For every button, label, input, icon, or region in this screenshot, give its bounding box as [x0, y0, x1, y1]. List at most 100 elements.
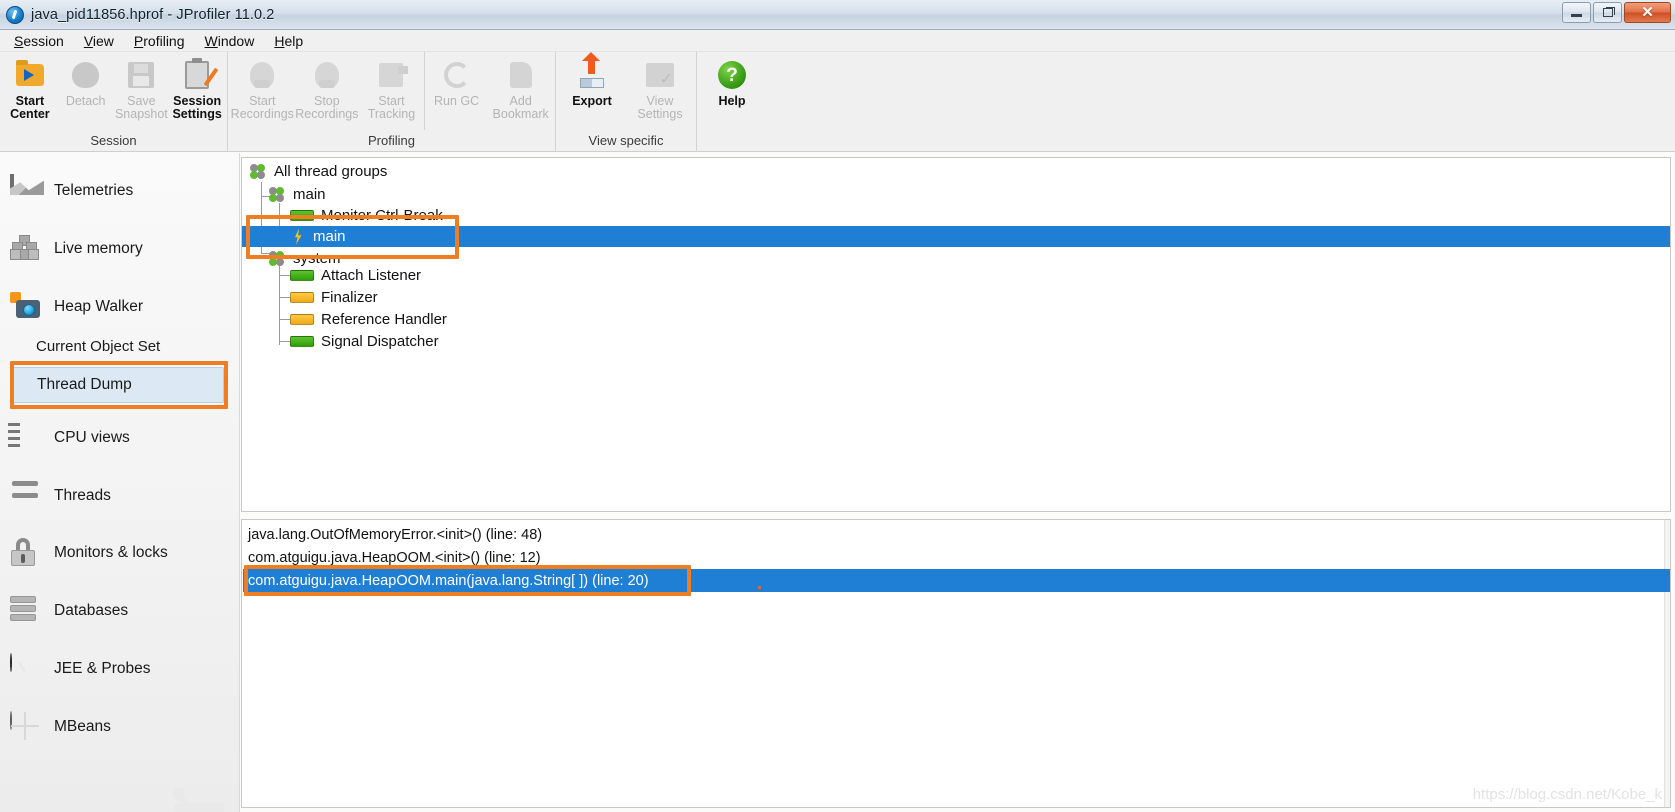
threads-icon — [10, 481, 40, 511]
telemetries-icon — [10, 174, 40, 206]
start-tracking-button[interactable]: Start Tracking — [359, 52, 424, 130]
tree-line-v3 — [279, 260, 280, 345]
start-center-label-1: Start — [15, 94, 45, 108]
help-button[interactable]: ? Help — [699, 52, 765, 130]
jee-probes-icon — [10, 653, 40, 684]
tree-node-all-thread-groups[interactable]: All thread groups — [250, 161, 387, 182]
tree-node-main-group[interactable]: main — [269, 184, 326, 205]
sidebar-item-threads[interactable]: Threads — [10, 474, 230, 518]
live-memory-icon — [10, 234, 40, 264]
close-button[interactable]: ✕ — [1624, 2, 1671, 23]
menu-help-label: elp — [284, 32, 304, 49]
add-bookmark-button[interactable]: Add Bookmark — [488, 52, 553, 130]
sidebar-watermark: rofiler — [137, 788, 239, 812]
start-recordings-button[interactable]: Start Recordings — [230, 52, 295, 130]
stack-line-1[interactable]: com.atguigu.java.HeapOOM.<init>() (line:… — [243, 546, 541, 569]
start-center-label-2: Center — [10, 107, 50, 121]
toolbar: Start Center Detach Save Snapshot Session S… — [0, 52, 1675, 152]
menu-help[interactable]: Help — [264, 31, 313, 51]
sidebar-item-heap-walker-label: Heap Walker — [54, 298, 144, 315]
thread-group-icon — [269, 187, 286, 202]
stack-line-2[interactable]: com.atguigu.java.HeapOOM.main(java.lang.… — [243, 569, 1670, 592]
start-tracking-label-2: Tracking — [367, 107, 416, 121]
add-bookmark-icon — [504, 58, 538, 92]
session-settings-label-2: Settings — [172, 107, 222, 121]
menu-window-label: indow — [217, 32, 255, 49]
save-snapshot-button[interactable]: Save Snapshot — [114, 52, 170, 130]
view-settings-label-2: Settings — [637, 107, 683, 121]
sidebar-item-databases[interactable]: Databases — [10, 589, 230, 633]
detach-button[interactable]: Detach — [58, 52, 114, 130]
session-settings-button[interactable]: Session Settings — [169, 52, 225, 130]
view-settings-label-1: View — [646, 94, 674, 108]
jprofiler-window: java_pid11856.hprof - JProfiler 11.0.2 ✕… — [0, 0, 1675, 812]
databases-icon — [10, 596, 40, 626]
tree-node-reference-handler-label: Reference Handler — [321, 311, 447, 328]
toolbar-group-session-label: Session — [90, 133, 137, 148]
sidebar-item-monitors-locks[interactable]: Monitors & locks — [10, 531, 230, 575]
session-settings-label-1: Session — [173, 94, 222, 108]
sidebar-item-databases-label: Databases — [54, 602, 129, 619]
stack-trace-panel[interactable]: java.lang.OutOfMemoryError.<init>() (lin… — [241, 519, 1671, 808]
menu-view-label: iew — [92, 32, 114, 49]
view-settings-button[interactable]: ViewSettings — [626, 52, 694, 130]
menu-window[interactable]: Window — [195, 31, 265, 51]
sidebar-item-thread-dump[interactable]: Thread Dump — [12, 367, 224, 403]
tree-node-finalizer-label: Finalizer — [321, 289, 378, 306]
page-watermark: https://blog.csdn.net/Kobe_k — [1472, 786, 1662, 803]
minimize-button[interactable] — [1562, 2, 1591, 23]
start-recordings-icon — [245, 58, 279, 92]
run-gc-button[interactable]: Run GC — [423, 52, 489, 130]
main-content: All thread groups main Monitor Ctrl-Brea… — [241, 153, 1675, 812]
export-icon — [575, 52, 609, 92]
menu-profiling-label: rofiling — [143, 32, 185, 49]
stop-recordings-button[interactable]: Stop Recordings — [295, 52, 360, 130]
export-button[interactable]: Export — [558, 52, 626, 130]
restore-button[interactable] — [1593, 2, 1622, 23]
detach-icon — [69, 58, 103, 92]
toolbar-group-profiling: Start Recordings Stop Recordings Start Trac… — [228, 52, 556, 152]
sidebar-item-threads-label: Threads — [54, 487, 111, 504]
start-tracking-label-1: Start — [378, 94, 405, 108]
tree-node-signal-dispatcher[interactable]: Signal Dispatcher — [290, 331, 439, 352]
sidebar: rofiler Telemetries Live memory Heap Wal… — [0, 153, 240, 812]
stack-line-0[interactable]: java.lang.OutOfMemoryError.<init>() (lin… — [243, 523, 542, 546]
tree-node-attach-listener[interactable]: Attach Listener — [290, 265, 421, 286]
sidebar-item-telemetries-label: Telemetries — [54, 182, 134, 199]
run-gc-label: Run GC — [433, 94, 480, 108]
toolbar-group-session: Start Center Detach Save Snapshot Session S… — [0, 52, 228, 152]
thread-status-green-icon — [290, 336, 314, 347]
menu-profiling[interactable]: Profiling — [124, 31, 195, 51]
sidebar-item-live-memory[interactable]: Live memory — [10, 227, 230, 271]
menu-view[interactable]: View — [74, 31, 124, 51]
export-label: Export — [572, 94, 612, 108]
save-snapshot-label-1: Save — [127, 94, 156, 108]
tree-node-monitor-ctrl-break[interactable]: Monitor Ctrl-Break — [290, 205, 443, 226]
sidebar-item-cpu-views[interactable]: CPU views — [10, 416, 230, 460]
tree-node-signal-dispatcher-label: Signal Dispatcher — [321, 333, 439, 350]
menu-bar: Session View Profiling Window Help — [0, 30, 1675, 52]
sidebar-item-mbeans[interactable]: MBeans — [10, 705, 230, 749]
tree-node-reference-handler[interactable]: Reference Handler — [290, 309, 447, 330]
menu-session[interactable]: Session — [4, 31, 74, 51]
tree-node-main-thread[interactable]: main — [242, 226, 1670, 247]
start-tracking-icon — [374, 58, 409, 92]
detach-label: Detach — [65, 94, 106, 108]
sidebar-item-jee-probes[interactable]: JEE & Probes — [10, 647, 230, 691]
tree-node-finalizer[interactable]: Finalizer — [290, 287, 378, 308]
tree-node-main-group-label: main — [293, 186, 326, 203]
start-center-button[interactable]: Start Center — [2, 52, 58, 130]
sidebar-item-telemetries[interactable]: Telemetries — [10, 169, 230, 213]
stack-scrollbar[interactable] — [1664, 520, 1670, 807]
toolbar-group-help: ? Help — [697, 52, 767, 152]
help-icon: ? — [715, 58, 749, 92]
thread-tree-panel[interactable]: All thread groups main Monitor Ctrl-Brea… — [241, 157, 1671, 512]
add-bookmark-label-2: Bookmark — [492, 107, 549, 121]
heap-walker-icon — [10, 292, 40, 322]
start-recordings-label-1: Start — [249, 94, 276, 108]
add-bookmark-label-1: Add — [509, 94, 532, 108]
thread-bolt-icon — [290, 229, 306, 245]
sidebar-item-heap-walker[interactable]: Heap Walker — [10, 285, 230, 329]
toolbar-group-profiling-label: Profiling — [368, 133, 415, 148]
start-recordings-label-2: Recordings — [230, 107, 294, 121]
